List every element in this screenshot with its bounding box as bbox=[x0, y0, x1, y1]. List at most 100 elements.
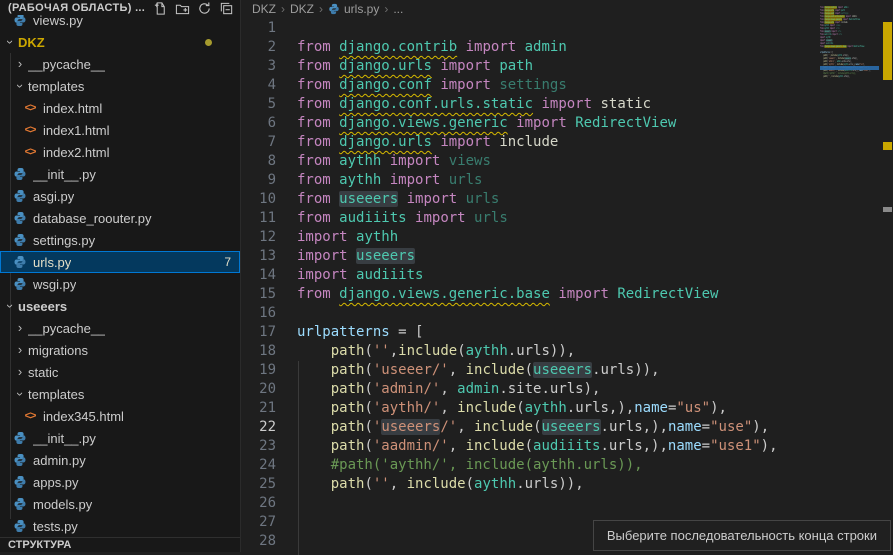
code-line-5[interactable]: from django.conf.urls.static import stat… bbox=[297, 95, 819, 114]
code-line-25[interactable]: path('', include(aythh.urls)), bbox=[297, 475, 819, 494]
code-line-19[interactable]: path('useeer/', include(useeers.urls)), bbox=[297, 361, 819, 380]
tree-item-templates[interactable]: ›templates bbox=[0, 383, 240, 405]
tree-item-views-py[interactable]: views.py bbox=[0, 15, 240, 31]
collapse-all-icon[interactable] bbox=[219, 1, 234, 16]
explorer-sidebar: (РАБОЧАЯ ОБЛАСТЬ) ... views.py›DKZ›__pyc… bbox=[0, 0, 241, 552]
code-line-10[interactable]: from useeers import urls bbox=[297, 190, 819, 209]
workspace-section-header[interactable]: (РАБОЧАЯ ОБЛАСТЬ) ... bbox=[0, 0, 240, 16]
tree-item-models-py[interactable]: models.py bbox=[0, 493, 240, 515]
breadcrumb[interactable]: DKZ›DKZ›urls.py›... bbox=[241, 0, 893, 17]
line-number[interactable]: 2 bbox=[241, 38, 276, 57]
line-number[interactable]: 26 bbox=[241, 494, 276, 513]
code-line-16[interactable] bbox=[297, 304, 819, 323]
tree-item-index1-html[interactable]: <>index1.html bbox=[0, 119, 240, 141]
tree-item-useeers[interactable]: ›useeers bbox=[0, 295, 240, 317]
tree-item-asgi-py[interactable]: asgi.py bbox=[0, 185, 240, 207]
tree-item-static[interactable]: ›static bbox=[0, 361, 240, 383]
code-line-1[interactable] bbox=[297, 19, 819, 38]
breadcrumb-item[interactable]: DKZ bbox=[252, 2, 276, 16]
code-line-9[interactable]: from aythh import urls bbox=[297, 171, 819, 190]
code-line-26[interactable] bbox=[297, 494, 819, 513]
code-line-8[interactable]: from aythh import views bbox=[297, 152, 819, 171]
code-line-4[interactable]: from django.conf import settings bbox=[297, 76, 819, 95]
code-line-21[interactable]: path('aythh/', include(aythh.urls,),name… bbox=[297, 399, 819, 418]
overview-ruler[interactable] bbox=[882, 0, 893, 552]
line-number[interactable]: 18 bbox=[241, 342, 276, 361]
line-number[interactable]: 17 bbox=[241, 323, 276, 342]
breadcrumb-item[interactable]: DKZ bbox=[290, 2, 314, 16]
line-number[interactable]: 6 bbox=[241, 114, 276, 133]
line-number[interactable]: 16 bbox=[241, 304, 276, 323]
line-number[interactable]: 27 bbox=[241, 513, 276, 532]
line-number[interactable]: 19 bbox=[241, 361, 276, 380]
code-line-15[interactable]: from django.views.generic.base import Re… bbox=[297, 285, 819, 304]
tree-item-index2-html[interactable]: <>index2.html bbox=[0, 141, 240, 163]
tree-item-apps-py[interactable]: apps.py bbox=[0, 471, 240, 493]
code-line-12[interactable]: import aythh bbox=[297, 228, 819, 247]
tree-item-dkz[interactable]: ›DKZ bbox=[0, 31, 240, 53]
tree-item-admin-py[interactable]: admin.py bbox=[0, 449, 240, 471]
line-number[interactable]: 4 bbox=[241, 76, 276, 95]
code-line-6[interactable]: from django.views.generic import Redirec… bbox=[297, 114, 819, 133]
line-number[interactable]: 21 bbox=[241, 399, 276, 418]
tree-item-migrations[interactable]: ›migrations bbox=[0, 339, 240, 361]
tree-item-index345-html[interactable]: <>index345.html bbox=[0, 405, 240, 427]
code-line-24[interactable]: #path('aythh/', include(aythh.urls)), bbox=[297, 456, 819, 475]
line-number[interactable]: 10 bbox=[241, 190, 276, 209]
tree-item--pycache-[interactable]: ›__pycache__ bbox=[0, 53, 240, 75]
line-number[interactable]: 1 bbox=[241, 19, 276, 38]
line-number[interactable]: 15 bbox=[241, 285, 276, 304]
new-file-icon[interactable] bbox=[153, 1, 168, 16]
code-line-18[interactable]: path('',include(aythh.urls)), bbox=[297, 342, 819, 361]
line-number[interactable]: 9 bbox=[241, 171, 276, 190]
breadcrumb-item[interactable]: ... bbox=[393, 2, 403, 16]
tree-item-tests-py[interactable]: tests.py bbox=[0, 515, 240, 537]
line-number[interactable]: 25 bbox=[241, 475, 276, 494]
tree-item--init-py[interactable]: __init__.py bbox=[0, 427, 240, 449]
code-line-2[interactable]: from django.contrib import admin bbox=[297, 38, 819, 57]
line-number[interactable]: 23 bbox=[241, 437, 276, 456]
tree-item-database-roouter-py[interactable]: database_roouter.py bbox=[0, 207, 240, 229]
outline-section-header[interactable]: СТРУКТУРА bbox=[0, 537, 240, 552]
tree-item-index-html[interactable]: <>index.html bbox=[0, 97, 240, 119]
line-number[interactable]: 22 bbox=[241, 418, 276, 437]
line-number[interactable]: 20 bbox=[241, 380, 276, 399]
line-number[interactable]: 3 bbox=[241, 57, 276, 76]
new-folder-icon[interactable] bbox=[175, 1, 190, 16]
line-number[interactable]: 7 bbox=[241, 133, 276, 152]
tree-item-templates[interactable]: ›templates bbox=[0, 75, 240, 97]
breadcrumb-item[interactable]: urls.py bbox=[328, 2, 379, 16]
line-number[interactable]: 8 bbox=[241, 152, 276, 171]
code-line-3[interactable]: from django.urls import path bbox=[297, 57, 819, 76]
code-line-28[interactable] bbox=[820, 84, 879, 87]
tree-item--pycache-[interactable]: ›__pycache__ bbox=[0, 317, 240, 339]
refresh-icon[interactable] bbox=[197, 1, 212, 16]
code-line-13[interactable]: import useeers bbox=[297, 247, 819, 266]
code-line-22[interactable]: path('useeers/', include(useeers.urls,),… bbox=[297, 418, 819, 437]
explorer-actions bbox=[153, 1, 234, 16]
tree-item-label: migrations bbox=[28, 343, 88, 358]
code-line-11[interactable]: from audiiits import urls bbox=[297, 209, 819, 228]
tree-item-urls-py[interactable]: urls.py7 bbox=[0, 251, 240, 273]
minimap[interactable]: from django.contrib import adminfrom dja… bbox=[820, 3, 879, 243]
line-number[interactable]: 11 bbox=[241, 209, 276, 228]
tree-item-label: index1.html bbox=[43, 123, 109, 138]
tree-item-settings-py[interactable]: settings.py bbox=[0, 229, 240, 251]
code-line-7[interactable]: from django.urls import include bbox=[297, 133, 819, 152]
line-number[interactable]: 14 bbox=[241, 266, 276, 285]
line-number[interactable]: 12 bbox=[241, 228, 276, 247]
line-number[interactable]: 13 bbox=[241, 247, 276, 266]
line-number[interactable]: 24 bbox=[241, 456, 276, 475]
line-number[interactable]: 5 bbox=[241, 95, 276, 114]
tree-item-wsgi-py[interactable]: wsgi.py bbox=[0, 273, 240, 295]
code-line-23[interactable]: path('aadmin/', include(audiiits.urls,),… bbox=[297, 437, 819, 456]
line-number[interactable]: 28 bbox=[241, 532, 276, 551]
code-line-17[interactable]: urlpatterns = [ bbox=[297, 323, 819, 342]
code-line-14[interactable]: import audiiits bbox=[297, 266, 819, 285]
code-line-20[interactable]: path('admin/', admin.site.urls), bbox=[297, 380, 819, 399]
code-lines[interactable]: from django.contrib import adminfrom dja… bbox=[297, 19, 819, 551]
tree-item--init-py[interactable]: __init__.py bbox=[0, 163, 240, 185]
code-area[interactable]: 1234567891011121314151617181920212223242… bbox=[241, 19, 893, 552]
chevron-down-icon: › bbox=[12, 78, 28, 94]
problems-count-badge: 7 bbox=[224, 255, 231, 269]
